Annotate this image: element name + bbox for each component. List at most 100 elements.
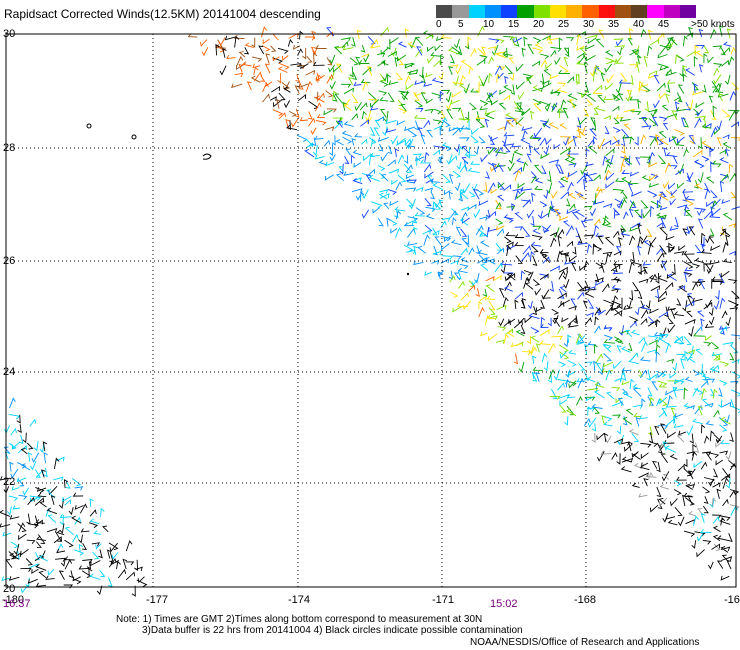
- wind-barb: [504, 65, 514, 75]
- wind-barb: [373, 127, 380, 137]
- wind-barb: [529, 251, 535, 262]
- wind-barb: [494, 148, 507, 155]
- wind-barb: [549, 74, 559, 80]
- wind-barb: [251, 37, 256, 48]
- wind-barb: [287, 38, 294, 47]
- wind-barb: [329, 54, 336, 65]
- wind-barb: [485, 284, 495, 292]
- wind-barb: [612, 360, 622, 370]
- wind-barb: [238, 63, 244, 73]
- note-line-1: Note: 1) Times are GMT 2)Times along bot…: [116, 614, 483, 625]
- wind-barb: [621, 367, 632, 372]
- wind-barb: [648, 70, 658, 76]
- wind-barb: [335, 139, 344, 146]
- wind-barb: [539, 201, 548, 208]
- wind-barb: [33, 441, 39, 452]
- wind-barb: [404, 28, 410, 38]
- wind-barb: [27, 578, 38, 584]
- wind-barb: [479, 216, 488, 221]
- wind-barb: [647, 387, 653, 397]
- wind-barb: [659, 116, 668, 122]
- wind-barb: [593, 360, 598, 372]
- legend-swatch: [517, 5, 534, 18]
- wind-barb: [494, 262, 503, 273]
- wind-barb: [468, 191, 476, 198]
- lat-lon-grid: [6, 34, 736, 587]
- wind-barb: [704, 323, 714, 329]
- wind-barb: [669, 226, 679, 231]
- wind-barb: [134, 559, 139, 571]
- wind-barb: [520, 270, 526, 281]
- wind-barb: [715, 290, 720, 300]
- wind-barb: [695, 161, 705, 169]
- wind-barb: [59, 515, 64, 526]
- wind-barb: [477, 48, 486, 57]
- wind-barb: [379, 109, 387, 118]
- wind-barb: [611, 401, 623, 407]
- wind-barb: [495, 218, 504, 225]
- wind-barb: [403, 163, 413, 173]
- wind-barb: [539, 340, 551, 346]
- wind-barb: [365, 109, 372, 122]
- wind-barb: [517, 182, 525, 189]
- wind-barb: [603, 421, 613, 427]
- wind-barb: [430, 191, 435, 200]
- wind-barb: [433, 149, 441, 156]
- wind-barb: [606, 74, 614, 84]
- wind-barb: [485, 171, 490, 179]
- wind-barb: [500, 260, 513, 266]
- wind-barb: [674, 217, 679, 228]
- wind-barb: [592, 135, 598, 145]
- wind-barb: [568, 349, 577, 355]
- wind-barb: [688, 326, 694, 337]
- wind-barb: [688, 511, 697, 517]
- wind-barb: [585, 161, 594, 167]
- wind-barb: [471, 127, 479, 136]
- wind-barb: [539, 100, 550, 108]
- wind-barb: [488, 72, 493, 83]
- wind-barb: [693, 332, 705, 337]
- wind-barb: [360, 138, 368, 145]
- wind-barb: [629, 64, 639, 69]
- wind-barb: [521, 47, 526, 57]
- wind-barb: [503, 214, 514, 220]
- wind-barb: [558, 270, 566, 280]
- wind-barb: [395, 227, 402, 238]
- wind-barb: [708, 213, 720, 218]
- wind-barb: [651, 381, 658, 391]
- wind-barb: [419, 66, 424, 79]
- wind-barb: [530, 244, 539, 253]
- wind-barb: [600, 72, 606, 82]
- wind-barb: [675, 476, 687, 481]
- wind-barb: [258, 45, 265, 55]
- wind-barb: [308, 100, 319, 110]
- wind-barb: [479, 99, 489, 106]
- wind-barb: [657, 53, 668, 59]
- wind-barb: [553, 369, 560, 381]
- wind-barb: [498, 165, 504, 173]
- wind-barb: [631, 329, 640, 336]
- wind-barb: [404, 155, 409, 164]
- wind-barb: [348, 77, 353, 85]
- wind-barb: [731, 82, 740, 90]
- wind-barb: [515, 81, 525, 91]
- wind-barb: [605, 181, 615, 189]
- wind-barb: [38, 534, 46, 544]
- wind-barb: [620, 466, 632, 473]
- wind-barb: [318, 159, 327, 166]
- wind-barb: [659, 227, 668, 236]
- wind-barb: [558, 180, 566, 188]
- wind-barb: [499, 89, 507, 95]
- wind-barb: [460, 206, 470, 212]
- wind-barb: [460, 257, 469, 263]
- wind-barb: [452, 255, 462, 260]
- wind-barb: [616, 453, 621, 465]
- wind-barb: [453, 38, 460, 49]
- wind-barb: [539, 73, 545, 84]
- wind-barb: [673, 311, 684, 317]
- wind-barb: [635, 61, 641, 73]
- wind-barb: [637, 235, 644, 247]
- wind-barb: [675, 107, 687, 112]
- wind-barb: [503, 319, 511, 327]
- wind-barb: [341, 37, 351, 42]
